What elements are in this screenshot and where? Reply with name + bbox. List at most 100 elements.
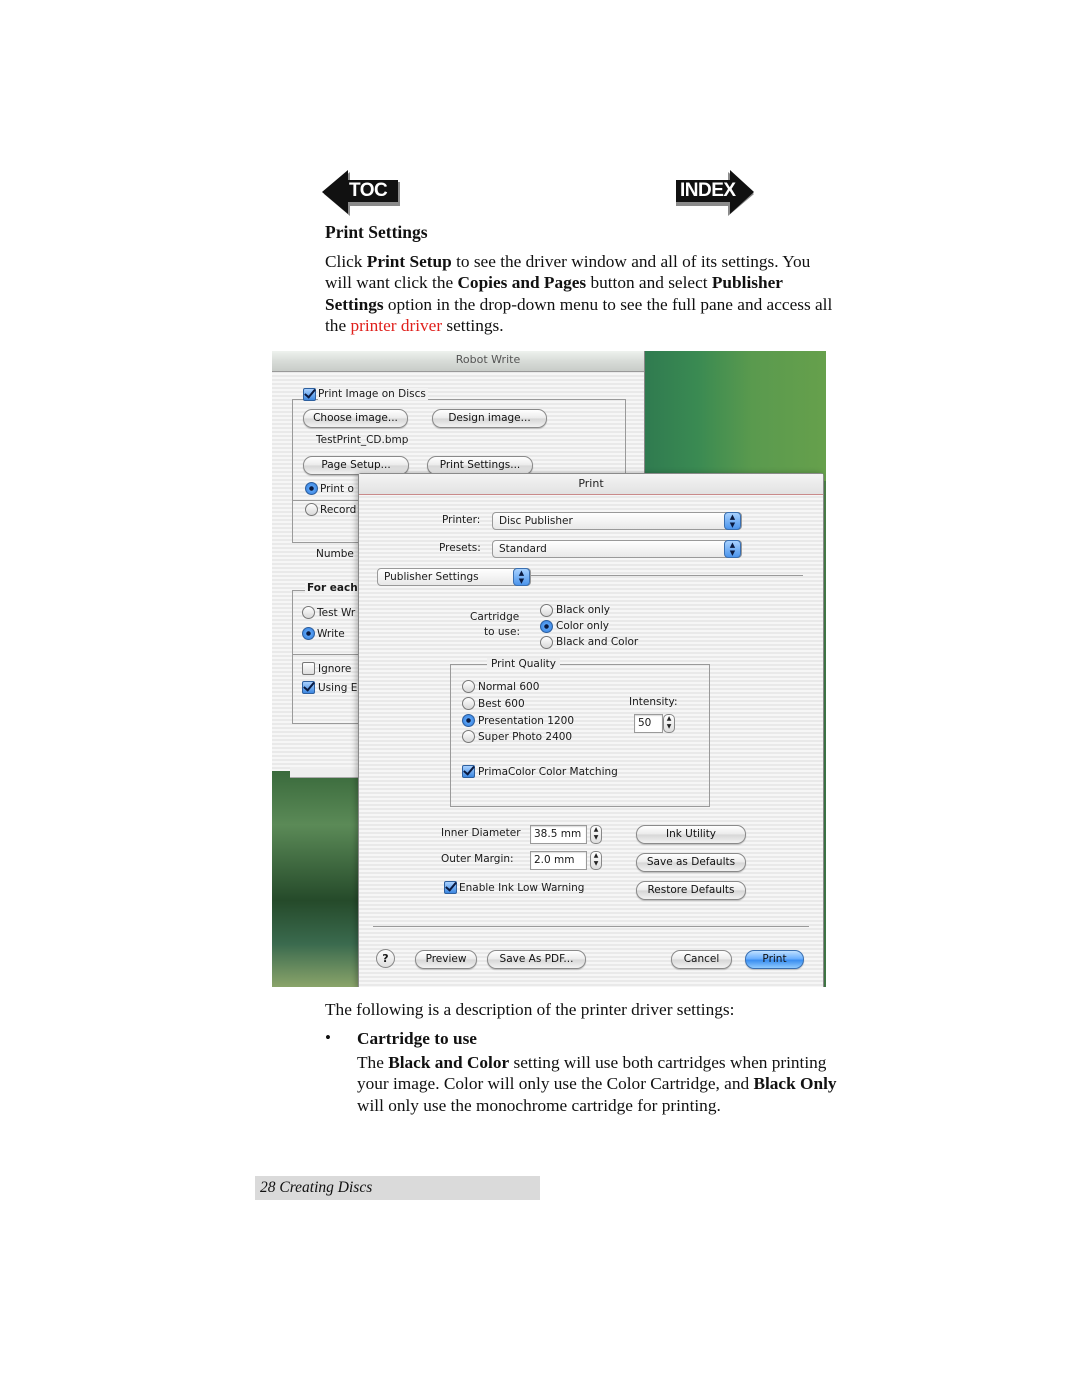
normal-600-label: Normal 600 xyxy=(478,681,540,693)
design-image-button[interactable]: Design image... xyxy=(432,409,547,428)
ignore-checkbox[interactable] xyxy=(302,662,315,675)
popup-arrows-icon: ▲ ▼ xyxy=(513,568,530,586)
choose-image-button[interactable]: Choose image... xyxy=(303,409,408,428)
ink-low-warning-checkbox[interactable] xyxy=(444,881,457,894)
print-button[interactable]: Print xyxy=(745,950,804,969)
desktop-background xyxy=(642,351,826,481)
toc-button[interactable]: TOC xyxy=(322,168,400,216)
write-label: Write xyxy=(317,628,345,640)
normal-600-radio[interactable] xyxy=(462,680,475,693)
ink-utility-button[interactable]: Ink Utility xyxy=(636,825,746,844)
presentation-1200-label: Presentation 1200 xyxy=(478,715,575,727)
using-checkbox[interactable] xyxy=(302,681,315,694)
cancel-button[interactable]: Cancel xyxy=(671,950,732,969)
text: button and select xyxy=(586,273,712,293)
outer-margin-label: Outer Margin: xyxy=(441,853,514,865)
help-button[interactable]: ? xyxy=(376,949,395,968)
write-radio[interactable] xyxy=(302,627,315,640)
intensity-label: Intensity: xyxy=(629,696,678,708)
black-only-label: Black only xyxy=(556,604,610,616)
page-label: 28 Creating Discs xyxy=(260,1179,373,1196)
outer-margin-field[interactable]: 2.0 mm xyxy=(530,851,587,870)
color-only-radio[interactable] xyxy=(540,620,553,633)
print-quality-title: Print Quality xyxy=(487,658,561,670)
best-600-radio[interactable] xyxy=(462,697,475,710)
presets-label: Presets: xyxy=(439,542,481,554)
presentation-1200-radio[interactable] xyxy=(462,714,475,727)
primacolor-checkbox[interactable] xyxy=(462,765,475,778)
pane-separator xyxy=(531,575,803,576)
presets-value: Standard xyxy=(499,543,547,555)
super-photo-2400-label: Super Photo 2400 xyxy=(478,731,573,743)
record-radio-label: Record xyxy=(320,504,357,516)
print-radio-label: Print o xyxy=(320,483,354,495)
screenshot-figure: Robot Write Print Image on Discs Choose … xyxy=(272,351,826,987)
bullet-icon: • xyxy=(325,1028,331,1047)
inner-diameter-stepper[interactable]: ▲ ▼ xyxy=(590,825,602,844)
text: Click xyxy=(325,252,367,271)
text: will only use the monochrome cartridge f… xyxy=(357,1095,721,1115)
printer-value: Disc Publisher xyxy=(499,515,573,527)
section-heading: Print Settings xyxy=(325,222,428,242)
page-footer: 28 Creating Discs xyxy=(255,1176,540,1200)
window-titlebar[interactable]: Robot Write xyxy=(272,351,644,372)
cartridge-label-2: to use: xyxy=(484,626,521,638)
bullet-title: Cartridge to use xyxy=(357,1029,477,1048)
intensity-stepper[interactable]: ▲ ▼ xyxy=(663,714,675,733)
index-label: INDEX xyxy=(680,180,736,201)
test-write-radio[interactable] xyxy=(302,606,315,619)
for-each-label: For each xyxy=(305,582,360,594)
save-as-pdf-button[interactable]: Save As PDF... xyxy=(487,950,586,969)
printer-select[interactable]: Disc Publisher ▲ ▼ xyxy=(492,512,742,530)
text: The xyxy=(357,1053,389,1072)
using-label: Using E xyxy=(318,682,358,694)
best-600-label: Best 600 xyxy=(478,698,525,710)
window-shadow-edge xyxy=(290,767,360,778)
intensity-field[interactable]: 50 xyxy=(634,714,663,733)
popup-arrows-icon: ▲ ▼ xyxy=(724,540,741,558)
dialog-title: Print xyxy=(359,474,823,495)
description-caption: The following is a description of the pr… xyxy=(325,1000,735,1019)
ink-low-warning-label: Enable Ink Low Warning xyxy=(459,882,585,894)
desktop-background xyxy=(272,771,362,987)
preview-button[interactable]: Preview xyxy=(415,950,477,969)
outer-margin-stepper[interactable]: ▲ ▼ xyxy=(590,851,602,870)
inner-diameter-field[interactable]: 38.5 mm xyxy=(530,825,587,844)
test-write-label: Test Wr xyxy=(317,607,356,619)
color-only-label: Color only xyxy=(556,620,609,632)
number-label: Numbe xyxy=(316,548,354,560)
primacolor-label: PrimaColor Color Matching xyxy=(478,766,618,778)
footer-separator xyxy=(373,926,809,927)
print-image-checkbox[interactable] xyxy=(303,388,316,401)
bold-copies-and-pages: Copies and Pages xyxy=(457,273,587,293)
presets-select[interactable]: Standard ▲ ▼ xyxy=(492,540,742,558)
text: settings. xyxy=(442,315,504,335)
restore-defaults-button[interactable]: Restore Defaults xyxy=(636,881,746,900)
bullet-body: The Black and Color setting will use bot… xyxy=(357,1052,837,1116)
cartridge-label: Cartridge xyxy=(470,611,520,623)
image-file-name: TestPrint_CD.bmp xyxy=(316,434,409,446)
bold-black-and-color: Black and Color xyxy=(388,1053,510,1072)
bold-black-only: Black Only xyxy=(753,1074,837,1094)
print-dialog: Print Printer: Disc Publisher ▲ ▼ Presets… xyxy=(358,473,824,987)
black-and-color-radio[interactable] xyxy=(540,636,553,649)
record-radio[interactable] xyxy=(305,503,318,516)
toc-label: TOC xyxy=(349,180,388,201)
printer-label: Printer: xyxy=(442,514,481,526)
bold-print-setup: Print Setup xyxy=(366,252,452,271)
intro-paragraph: Click Print Setup to see the driver wind… xyxy=(325,251,835,336)
black-only-radio[interactable] xyxy=(540,604,553,617)
index-button[interactable]: INDEX xyxy=(676,168,756,216)
pane-select[interactable]: Publisher Settings ▲ ▼ xyxy=(377,568,531,586)
save-as-defaults-button[interactable]: Save as Defaults xyxy=(636,853,746,872)
ignore-label: Ignore xyxy=(318,663,352,675)
inner-diameter-label: Inner Diameter xyxy=(441,827,521,839)
print-radio[interactable] xyxy=(305,482,318,495)
black-and-color-label: Black and Color xyxy=(556,636,639,648)
popup-arrows-icon: ▲ ▼ xyxy=(724,512,741,530)
print-image-label: Print Image on Discs xyxy=(318,388,428,400)
window-title: Robot Write xyxy=(455,353,521,366)
super-photo-2400-radio[interactable] xyxy=(462,730,475,743)
printer-driver-link[interactable]: printer driver xyxy=(350,316,442,335)
pane-value: Publisher Settings xyxy=(384,571,479,583)
